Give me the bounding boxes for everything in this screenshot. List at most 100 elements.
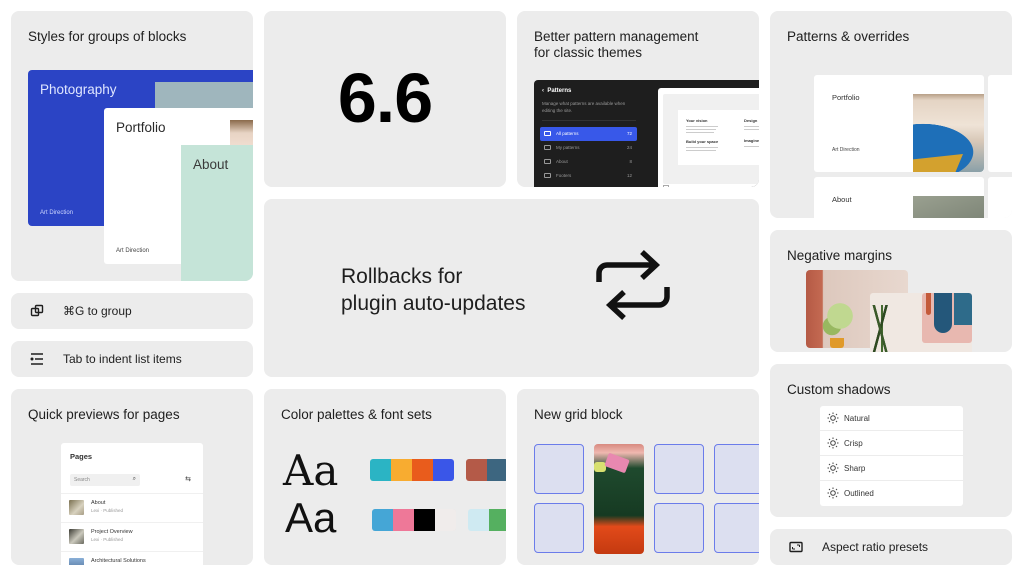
shadow-option[interactable]: Natural <box>820 406 963 431</box>
color-palette[interactable] <box>370 459 454 481</box>
heading-line: Rollbacks for <box>341 265 463 288</box>
folder-icon <box>544 145 551 150</box>
search-input[interactable]: Search ⌕ <box>70 474 140 486</box>
photo-thumbnail <box>230 120 253 146</box>
card-title: Negative margins <box>787 248 893 263</box>
group-title: About <box>193 157 229 172</box>
color-swatch[interactable] <box>370 459 391 481</box>
color-swatch[interactable] <box>393 509 414 531</box>
list-item[interactable]: Architectural Solutions <box>61 551 203 565</box>
category-item[interactable]: About 8 <box>540 155 637 169</box>
shadow-option[interactable]: Outlined <box>820 481 963 506</box>
card-rollbacks: Rollbacks for plugin auto-updates <box>264 199 759 377</box>
feature-label: Tab to indent list items <box>63 352 182 366</box>
card-title: Better pattern management for classic th… <box>534 29 698 61</box>
category-item[interactable]: All patterns 72 <box>540 127 637 141</box>
color-swatch[interactable] <box>412 459 433 481</box>
patterns-sidebar: ‹ Patterns Manage what patterns are avai… <box>534 80 759 187</box>
card-title: Quick previews for pages <box>28 407 180 422</box>
color-swatch[interactable] <box>468 509 489 531</box>
color-swatch[interactable] <box>466 459 487 481</box>
card-aspect-ratio: Aspect ratio presets <box>770 529 1012 565</box>
heading-line: plugin auto-updates <box>341 292 526 315</box>
shadow-option[interactable]: Crisp <box>820 431 963 456</box>
shadow-list: Natural Crisp Sharp Outlined <box>820 406 963 506</box>
grid-cell[interactable] <box>534 503 584 553</box>
font-sample-serif: Aa <box>283 446 339 495</box>
pattern-card-about: About <box>814 177 984 218</box>
folder-icon <box>544 173 551 178</box>
aspect-ratio-icon <box>789 541 803 553</box>
card-custom-shadows: Custom shadows Natural Crisp Sharp Outli… <box>770 364 1012 517</box>
card-styles-for-groups: Styles for groups of blocks Photography … <box>11 11 253 281</box>
sidebar-description: Manage what patterns are available when … <box>542 101 626 113</box>
sun-icon <box>827 487 839 499</box>
color-swatch[interactable] <box>372 509 393 531</box>
color-swatch[interactable] <box>433 459 454 481</box>
card-tab-indent: Tab to indent list items <box>11 341 253 377</box>
group-subtitle: Art Direction <box>40 210 74 216</box>
grid-image[interactable] <box>594 444 644 554</box>
feature-label: Aspect ratio presets <box>822 540 929 554</box>
pattern-checkbox[interactable] <box>663 185 669 187</box>
pattern-title: About <box>832 195 852 204</box>
color-swatch[interactable] <box>435 509 456 531</box>
version-number: 6.6 <box>337 59 433 137</box>
card-title-line: for classic themes <box>534 45 643 60</box>
page-thumbnail <box>69 558 84 565</box>
color-palette[interactable] <box>466 459 506 481</box>
category-item[interactable]: Footers 12 <box>540 169 637 183</box>
group-icon <box>30 304 44 317</box>
sidebar-title: ‹ Patterns <box>542 88 572 94</box>
color-swatch[interactable] <box>487 459 506 481</box>
pattern-canvas: Your vision Build your space Design Imag… <box>658 88 759 187</box>
group-subtitle: Art Direction <box>116 248 150 254</box>
pages-panel: Pages Search ⌕ ⇆ About Lexi · Published … <box>61 443 203 565</box>
grid-cell[interactable] <box>534 444 584 494</box>
card-title: Color palettes & font sets <box>281 407 432 422</box>
card-title: Patterns & overrides <box>787 29 910 44</box>
list-item[interactable]: Project Overview Lexi · Published <box>61 522 203 550</box>
font-sample-sans: Aa <box>285 494 337 541</box>
interior-photo <box>870 293 972 352</box>
page-meta: Lexi · Published <box>91 508 124 513</box>
pattern-card-partial <box>988 75 1012 172</box>
card-pattern-management: Better pattern management for classic th… <box>517 11 759 187</box>
search-placeholder: Search <box>74 477 90 483</box>
color-swatch[interactable] <box>391 459 412 481</box>
grid-cell[interactable] <box>714 444 759 494</box>
page-meta: Lexi · Published <box>91 537 124 542</box>
filter-icon[interactable]: ⇆ <box>185 475 191 483</box>
pattern-preview[interactable]: Your vision Build your space Design Imag… <box>663 94 759 184</box>
color-swatch[interactable] <box>414 509 435 531</box>
grid-cell[interactable] <box>714 503 759 553</box>
color-palette[interactable] <box>468 509 506 531</box>
grid-cell[interactable] <box>654 503 704 553</box>
grid-cell[interactable] <box>654 444 704 494</box>
card-quick-previews: Quick previews for pages Pages Search ⌕ … <box>11 389 253 565</box>
category-item[interactable]: My patterns 24 <box>540 141 637 155</box>
search-icon: ⌕ <box>132 476 136 482</box>
shadow-option[interactable]: Sharp <box>820 456 963 481</box>
pattern-subtitle: Art Direction <box>832 147 860 153</box>
color-palette[interactable] <box>372 509 456 531</box>
page-name: Architectural Solutions <box>91 558 146 564</box>
pattern-caption: 3 side by side <box>672 186 696 187</box>
pattern-title: Portfolio <box>832 93 860 102</box>
card-grid-block: New grid block <box>517 389 759 565</box>
group-title: Photography <box>40 82 117 97</box>
divider <box>542 120 636 121</box>
folder-icon <box>544 159 551 164</box>
sun-icon <box>827 462 839 474</box>
list-indent-icon <box>30 353 43 365</box>
pattern-image <box>913 94 984 172</box>
folder-icon <box>544 131 551 136</box>
group-block-about: About <box>181 145 253 281</box>
page-name: Project Overview <box>91 529 133 535</box>
list-item[interactable]: About Lexi · Published <box>61 493 203 521</box>
color-swatch[interactable] <box>489 509 506 531</box>
card-version: 6.6 <box>264 11 506 187</box>
rollbacks-heading: Rollbacks for plugin auto-updates <box>341 263 525 317</box>
group-title: Portfolio <box>116 120 166 135</box>
back-icon[interactable]: ‹ <box>542 88 544 94</box>
